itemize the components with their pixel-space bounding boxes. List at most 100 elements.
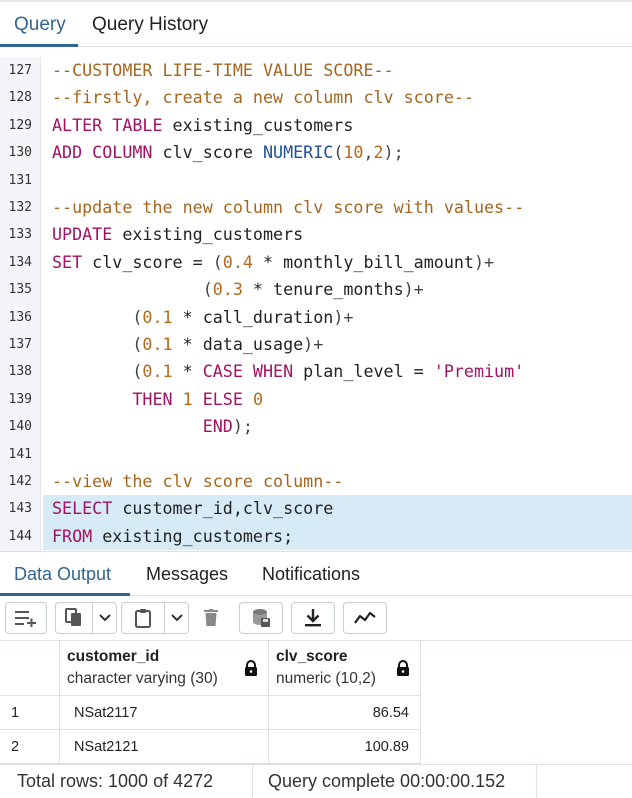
code-token: plan_level = <box>293 361 434 382</box>
code-line[interactable]: 130 ADD COLUMN clv_score NUMERIC(10,2); <box>0 139 632 166</box>
code-token: ( <box>132 361 143 382</box>
code-line[interactable]: 131 <box>0 167 632 194</box>
line-number: 143 <box>8 501 32 517</box>
code-line[interactable]: 144 FROM existing_customers; <box>0 522 632 551</box>
tab-query-history-label: Query History <box>92 14 209 35</box>
code-token: clv_score <box>152 142 263 163</box>
code-token: THEN <box>132 388 173 409</box>
code-text: (0.3 * tenure_months)+ <box>52 276 424 303</box>
code-text: (0.1 * CASE WHEN plan_level = 'Premium' <box>52 358 524 385</box>
paste-options-dropdown[interactable] <box>165 603 189 633</box>
line-number: 139 <box>8 391 32 407</box>
code-line[interactable]: 134 SET clv_score = (0.4 * monthly_bill_a… <box>0 249 632 276</box>
cell-clv-score[interactable]: 86.54 <box>269 696 421 730</box>
code-line[interactable]: 141 <box>0 441 632 468</box>
code-token: * <box>172 361 203 382</box>
code-token: 0.1 <box>142 361 173 382</box>
code-line[interactable]: 127 --CUSTOMER LIFE-TIME VALUE SCORE-- <box>0 57 632 84</box>
chevron-down-icon <box>99 614 111 622</box>
data-output-toolbar <box>0 596 632 641</box>
code-line[interactable]: 132 --update the new column clv score wit… <box>0 194 632 221</box>
line-number: 131 <box>8 172 32 188</box>
column-header-customer-id[interactable]: customer_id character varying (30) <box>60 641 269 696</box>
add-row-button[interactable] <box>5 602 47 634</box>
tab-query[interactable]: Query <box>14 2 66 47</box>
code-text: FROM existing_customers; <box>52 523 293 550</box>
query-tabs: Query Query History <box>0 2 632 47</box>
tab-notifications-label: Notifications <box>262 564 361 584</box>
code-token: 0.4 <box>222 251 253 272</box>
output-tabs: Data Output Messages Notifications <box>0 551 632 596</box>
save-data-button[interactable] <box>239 602 283 634</box>
code-token: * data_usage <box>172 334 304 354</box>
line-number: 128 <box>8 90 32 106</box>
tab-messages[interactable]: Messages <box>146 552 228 596</box>
code-line[interactable]: 139 THEN 1 ELSE 0 <box>0 386 632 413</box>
code-token: FROM <box>52 525 93 546</box>
lock-icon <box>245 660 257 676</box>
code-text: SELECT customer_id,clv_score <box>52 495 333 522</box>
table-row[interactable]: 1 NSat2117 86.54 <box>0 696 632 730</box>
row-number[interactable]: 2 <box>0 730 60 764</box>
code-token: --firstly, create a new column clv score… <box>52 87 474 108</box>
code-text: --CUSTOMER LIFE-TIME VALUE SCORE-- <box>52 57 394 84</box>
code-token: --update the new column clv score with v… <box>52 197 525 217</box>
cell-customer-id[interactable]: NSat2117 <box>60 696 269 730</box>
code-line[interactable]: 133 UPDATE existing_customers <box>0 221 632 248</box>
code-line[interactable]: 128 --firstly, create a new column clv sc… <box>0 84 632 111</box>
table-row[interactable]: 2 NSat2121 100.89 <box>0 730 632 764</box>
code-token: ); <box>383 142 404 163</box>
line-number: 134 <box>8 254 32 270</box>
download-icon <box>305 609 321 627</box>
delete-button[interactable] <box>193 602 229 634</box>
code-text: --update the new column clv score with v… <box>52 194 524 221</box>
line-number: 129 <box>8 117 32 133</box>
code-token: 0.1 <box>142 334 173 354</box>
code-token: ( <box>132 306 143 327</box>
copy-button[interactable] <box>56 603 92 633</box>
code-text: UPDATE existing_customers <box>52 221 303 248</box>
line-number: 138 <box>8 364 32 380</box>
code-token: ( <box>333 142 344 163</box>
cell-customer-id[interactable]: NSat2121 <box>60 730 269 764</box>
code-token: CASE WHEN <box>202 361 294 382</box>
copy-options-dropdown[interactable] <box>93 603 117 633</box>
sql-editor[interactable]: 127 --CUSTOMER LIFE-TIME VALUE SCORE-- 128… <box>0 57 632 551</box>
code-line[interactable]: 136 (0.1 * call_duration)+ <box>0 304 632 331</box>
cell-clv-score[interactable]: 100.89 <box>269 730 421 764</box>
code-token: existing_customers <box>112 224 304 245</box>
code-token: UPDATE <box>52 224 113 245</box>
line-number: 135 <box>8 282 32 298</box>
paste-button[interactable] <box>122 603 164 633</box>
code-token: )+ <box>473 251 495 272</box>
code-line[interactable]: 143 SELECT customer_id,clv_score <box>0 495 632 523</box>
code-line[interactable]: 137 (0.1 * data_usage)+ <box>0 331 632 358</box>
code-token: * tenure_months <box>242 279 404 300</box>
code-token: ( <box>202 279 213 300</box>
code-token: * call_duration <box>172 306 334 327</box>
tab-notifications[interactable]: Notifications <box>262 552 360 596</box>
tab-query-history[interactable]: Query History <box>92 2 208 47</box>
code-token: 10 <box>343 142 364 163</box>
column-header-clv-score[interactable]: clv_score numeric (10,2) <box>269 641 421 696</box>
copy-icon <box>65 608 81 626</box>
lock-icon <box>397 660 409 676</box>
code-line[interactable]: 135 (0.3 * tenure_months)+ <box>0 276 632 303</box>
code-token: 0.1 <box>142 306 173 327</box>
line-number: 144 <box>8 528 32 544</box>
graph-visualiser-button[interactable] <box>343 602 387 634</box>
code-line[interactable]: 129 ALTER TABLE existing_customers <box>0 112 632 139</box>
column-type: character varying (30) <box>67 670 218 687</box>
code-line[interactable]: 140 END); <box>0 413 632 440</box>
code-text: SET clv_score = (0.4 * monthly_bill_amou… <box>52 249 494 276</box>
download-button[interactable] <box>291 602 335 634</box>
tab-data-output[interactable]: Data Output <box>14 552 111 596</box>
row-number[interactable]: 1 <box>0 696 60 730</box>
code-line[interactable]: 142 --view the clv score column-- <box>0 468 632 495</box>
column-name: customer_id <box>67 648 160 665</box>
paste-button-group <box>121 602 189 634</box>
code-line[interactable]: 138 (0.1 * CASE WHEN plan_level = 'Premi… <box>0 358 632 385</box>
